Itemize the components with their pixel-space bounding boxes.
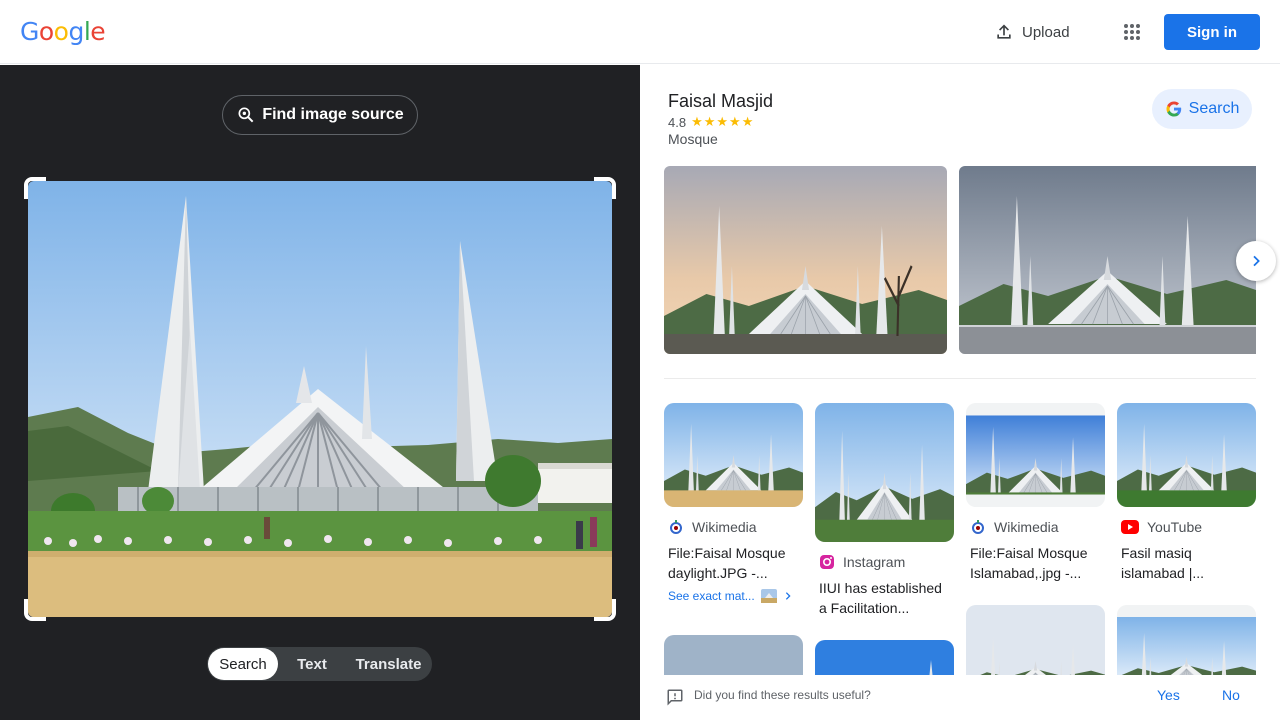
result-thumbnail[interactable] xyxy=(664,403,803,507)
entity-title[interactable]: Faisal Masjid xyxy=(668,91,773,112)
crop-handle-bottom-right[interactable] xyxy=(594,599,616,621)
crop-handle-top-right[interactable] xyxy=(594,177,616,199)
result-thumbnail[interactable] xyxy=(966,403,1105,507)
google-g-icon xyxy=(1166,101,1181,117)
result-card[interactable]: Instagram IIUI has established a Facilit… xyxy=(815,403,954,618)
instagram-icon xyxy=(820,555,834,569)
entity-search-label: Search xyxy=(1188,100,1240,117)
entity-search-button[interactable]: Search xyxy=(1152,89,1252,129)
result-source: Instagram xyxy=(815,554,954,570)
mode-search-tab[interactable]: Search xyxy=(208,648,278,680)
mode-translate-tab[interactable]: Translate xyxy=(346,648,431,680)
entity-image-2[interactable] xyxy=(959,166,1256,354)
query-image-panel: Find image source Search Text Translate xyxy=(0,65,640,720)
entity-rating: 4.8 ★★★★★ xyxy=(668,114,754,130)
results-divider xyxy=(664,378,1256,379)
result-card[interactable]: YouTube Fasil masiq islamabad |... xyxy=(1117,403,1256,583)
see-exact-matches-link[interactable]: See exact mat... xyxy=(664,589,803,603)
result-caption[interactable]: File:Faisal Mosque daylight.JPG -... xyxy=(664,543,803,583)
crop-handle-bottom-left[interactable] xyxy=(24,599,46,621)
result-source: Wikimedia xyxy=(664,519,803,535)
result-thumbnail[interactable] xyxy=(966,605,1105,685)
result-caption[interactable]: IIUI has established a Facilitation... xyxy=(815,578,954,618)
upload-icon xyxy=(997,24,1011,39)
result-card[interactable]: Wikimedia File:Faisal Mosque Islamabad,.… xyxy=(966,403,1105,583)
feedback-question: Did you find these results useful? xyxy=(694,688,871,702)
chevron-right-icon xyxy=(1253,255,1260,267)
result-card[interactable]: Wikimedia File:Faisal Mosque daylight.JP… xyxy=(664,403,803,603)
result-thumbnail[interactable] xyxy=(1117,403,1256,507)
image-carousel-next-button[interactable] xyxy=(1236,241,1276,281)
result-card[interactable] xyxy=(966,605,1105,685)
crop-selection[interactable] xyxy=(24,177,616,621)
result-thumbnail[interactable] xyxy=(815,403,954,542)
rating-stars: ★★★★★ xyxy=(691,114,755,129)
result-source-name: Wikimedia xyxy=(994,519,1059,535)
mode-text-tab[interactable]: Text xyxy=(278,648,346,680)
result-source: Wikimedia xyxy=(966,519,1105,535)
result-source-name: Wikimedia xyxy=(692,519,757,535)
google-logo[interactable]: Google xyxy=(20,17,106,46)
wikimedia-icon xyxy=(972,520,984,534)
find-image-source-label: Find image source xyxy=(262,106,404,123)
entity-image-1[interactable] xyxy=(664,166,947,354)
find-image-source-button[interactable]: Find image source xyxy=(222,95,418,135)
result-thumbnail[interactable] xyxy=(1117,605,1256,685)
apps-grid-icon[interactable] xyxy=(1116,16,1148,48)
crop-handle-top-left[interactable] xyxy=(24,177,46,199)
feedback-yes-button[interactable]: Yes xyxy=(1157,687,1180,703)
rating-value: 4.8 xyxy=(668,114,687,130)
result-caption[interactable]: File:Faisal Mosque Islamabad,.jpg -... xyxy=(966,543,1105,583)
query-image xyxy=(28,181,612,617)
lens-search-icon xyxy=(238,107,254,123)
upload-button[interactable]: Upload xyxy=(988,16,1076,48)
result-caption[interactable]: Fasil masiq islamabad |... xyxy=(1117,543,1256,583)
exact-match-thumb-icon xyxy=(760,589,777,603)
result-source: YouTube xyxy=(1117,519,1256,535)
youtube-icon xyxy=(1121,520,1139,534)
results-panel: Faisal Masjid 4.8 ★★★★★ Mosque Search Wi… xyxy=(640,65,1280,720)
feedback-no-button[interactable]: No xyxy=(1222,687,1240,703)
mode-switcher: Search Text Translate xyxy=(207,647,432,681)
result-source-name: YouTube xyxy=(1147,519,1203,535)
sign-in-button[interactable]: Sign in xyxy=(1164,14,1260,50)
entity-type: Mosque xyxy=(668,131,718,147)
feedback-bar: Did you find these results useful? Yes N… xyxy=(640,675,1280,720)
result-source-name: Instagram xyxy=(843,554,906,570)
wikimedia-icon xyxy=(670,520,682,534)
upload-label: Upload xyxy=(1022,23,1070,41)
result-card[interactable] xyxy=(1117,605,1256,685)
feedback-icon xyxy=(667,689,683,706)
chevron-right-icon xyxy=(785,592,791,600)
top-bar: Google Upload Sign in xyxy=(0,0,1280,64)
